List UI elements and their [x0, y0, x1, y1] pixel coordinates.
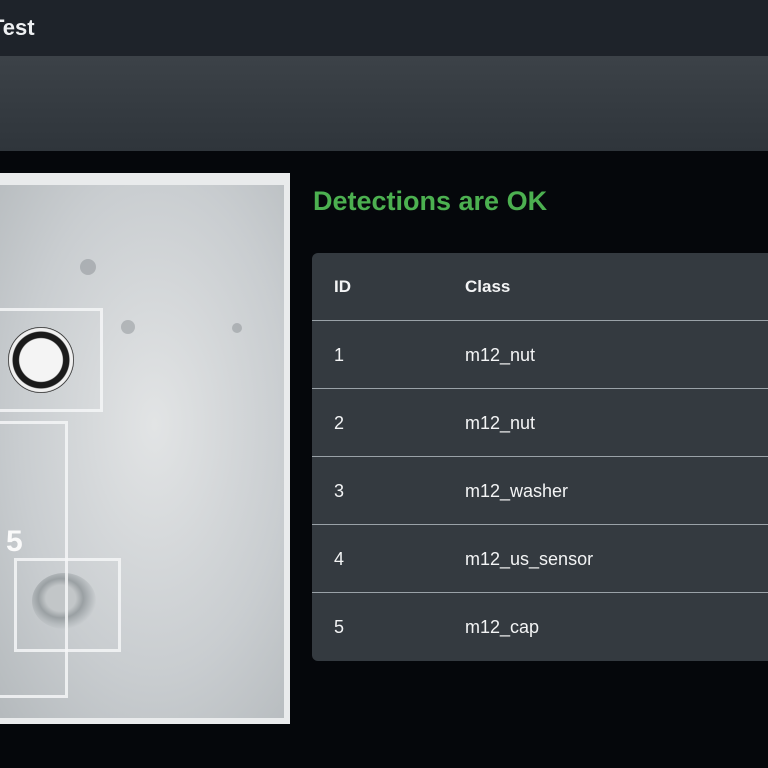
- camera-image: 5: [0, 185, 284, 718]
- bounding-box-label: 5: [6, 525, 23, 558]
- app-title: Test: [0, 15, 35, 40]
- bounding-box-cap: [14, 558, 121, 652]
- table-row: 2 m12_nut: [312, 389, 768, 457]
- column-header-class: Class: [465, 277, 511, 296]
- status-heading: Detections are OK: [313, 186, 548, 216]
- table-header-row: ID Class: [312, 253, 768, 321]
- cell-id: 3: [334, 481, 345, 501]
- cell-class: m12_us_sensor: [465, 549, 594, 569]
- top-navbar: Test: [0, 0, 768, 56]
- sub-header-bar: [0, 56, 768, 151]
- image-speck: [232, 323, 242, 333]
- cell-class: m12_nut: [465, 413, 536, 433]
- detection-image-panel: 5: [0, 173, 290, 724]
- bounding-box-nut: [0, 308, 103, 412]
- table-row: 1 m12_nut: [312, 321, 768, 389]
- cell-id: 1: [334, 345, 345, 365]
- detections-table: ID Class 1 m12_nut 2 m12_nut 3 m12_washe…: [312, 253, 768, 661]
- image-speck: [121, 320, 135, 334]
- table-row: 3 m12_washer: [312, 457, 768, 525]
- cell-id: 2: [334, 413, 345, 433]
- cell-class: m12_nut: [465, 345, 536, 365]
- table-row: 5 m12_cap: [312, 593, 768, 661]
- column-header-id: ID: [334, 277, 351, 296]
- table-row: 4 m12_us_sensor: [312, 525, 768, 593]
- cell-class: m12_washer: [465, 481, 569, 501]
- cell-id: 5: [334, 617, 345, 637]
- cell-id: 4: [334, 549, 345, 569]
- image-speck: [80, 259, 96, 275]
- cell-class: m12_cap: [465, 617, 540, 637]
